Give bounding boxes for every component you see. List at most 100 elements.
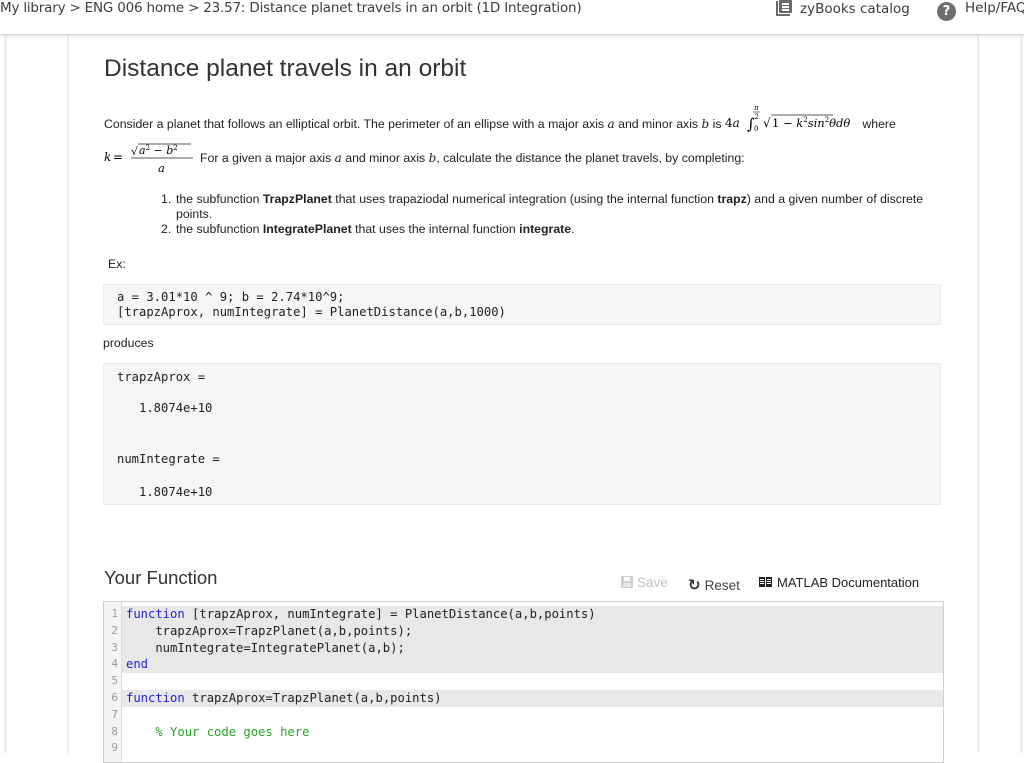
var-b: b xyxy=(701,117,710,131)
var-a: a xyxy=(607,117,615,131)
line-number: 7 xyxy=(111,707,118,721)
breadcrumb-separator: > xyxy=(183,0,204,16)
line-number: 5 xyxy=(111,674,118,688)
task-item: 1. the subfunction TrapzPlanet that uses… xyxy=(161,192,931,222)
intro-text: where xyxy=(862,117,896,131)
top-bar: My library > ENG 006 home > 23.57: Dista… xyxy=(0,0,1024,35)
page-frame-right xyxy=(1020,35,1023,753)
given-text: For a given a major axis xyxy=(200,151,332,165)
documentation-label: MATLAB Documentation xyxy=(777,575,920,590)
code-text: end xyxy=(126,656,148,673)
k-formula-graphic: k = √ a2 − b2 a . xyxy=(104,143,197,175)
breadcrumb: My library > ENG 006 home > 23.57: Dista… xyxy=(0,0,582,18)
given-text: , calculate the distance the planet trav… xyxy=(436,151,745,165)
editor-line[interactable]: 5 xyxy=(104,673,943,690)
task-number: 1. xyxy=(161,192,172,206)
task-text: the subfunction xyxy=(176,222,263,236)
var-a: a xyxy=(334,151,342,165)
task-number: 2. xyxy=(161,222,172,236)
code-body: trapzAprox=TrapzPlanet(a,b,points); xyxy=(126,623,413,638)
output-line: 1.8074e+10 xyxy=(117,485,213,499)
line-number: 8 xyxy=(111,724,118,738)
save-floppy-icon xyxy=(621,576,633,588)
code-line: [trapzAprox, numIntegrate] = PlanetDista… xyxy=(117,305,506,319)
svg-text:4a: 4a xyxy=(725,116,740,130)
output-line: numIntegrate = xyxy=(117,452,220,466)
example-output-block: trapzAprox = 1.8074e+10 numIntegrate = 1… xyxy=(103,363,941,505)
code-keyword: end xyxy=(126,657,149,672)
zybooks-catalog-link[interactable]: zyBooks catalog xyxy=(776,0,910,18)
line-number: 6 xyxy=(111,691,118,704)
editor-line-locked[interactable]: 1 function [trapzAprox, numIntegrate] = P… xyxy=(104,606,943,623)
breadcrumb-separator: > xyxy=(65,0,85,16)
your-function-heading: Your Function xyxy=(104,567,218,588)
output-line: trapzAprox = xyxy=(117,370,206,384)
help-label: Help/FAQ xyxy=(965,0,1024,16)
intro-text: is xyxy=(712,117,722,131)
catalog-book-icon xyxy=(776,0,792,16)
code-text: % Your code goes here xyxy=(126,724,309,741)
task-text: the subfunction xyxy=(176,192,263,206)
line-number: 3 xyxy=(111,640,118,654)
help-question-icon: ? xyxy=(937,2,956,21)
example-code-block: a = 3.01*10 ^ 9; b = 2.74*10^9; [trapzAp… xyxy=(103,284,941,325)
code-comment: % Your code goes here xyxy=(126,724,310,739)
example-label: Ex: xyxy=(108,257,126,271)
breadcrumb-my-library[interactable]: My library xyxy=(0,0,66,16)
line-number: 4 xyxy=(111,657,118,671)
svg-text:k: k xyxy=(104,150,111,164)
task-list: 1. the subfunction TrapzPlanet that uses… xyxy=(161,192,931,237)
task-builtin-name: integrate xyxy=(519,222,572,236)
svg-text:√: √ xyxy=(763,116,771,130)
code-keyword: function xyxy=(126,691,185,705)
page-frame-left xyxy=(4,35,7,753)
editor-line-locked[interactable]: 4 end xyxy=(104,656,943,674)
task-text: that uses trapaziodal numerical integrat… xyxy=(331,192,718,206)
page-title: Distance planet travels in an orbit xyxy=(104,55,467,82)
editor-line[interactable]: 9 xyxy=(104,740,943,757)
reset-button[interactable]: ↻ Reset xyxy=(688,576,740,594)
editor-line-locked[interactable]: 3 numIntegrate=IntegratePlanet(a,b); xyxy=(104,639,943,657)
code-body: numIntegrate=IntegratePlanet(a,b); xyxy=(126,640,405,655)
problem-given: For a given a major axis a and minor axi… xyxy=(200,151,745,165)
code-line: a = 3.01*10 ^ 9; b = 2.74*10^9; xyxy=(117,290,345,304)
produces-label: produces xyxy=(103,336,154,350)
code-text: function [trapzAprox, numIntegrate] = Pl… xyxy=(126,606,596,623)
editor-line-locked[interactable]: 6 function trapzAprox=TrapzPlanet(a,b,poi… xyxy=(104,690,943,707)
save-button[interactable]: Save xyxy=(621,575,668,590)
help-faq-link[interactable]: ? Help/FAQ xyxy=(937,0,1024,21)
save-label: Save xyxy=(637,575,668,590)
svg-text:a2 − b2: a2 − b2 xyxy=(139,144,178,157)
code-keyword: function xyxy=(126,607,185,621)
task-builtin-name: trapz xyxy=(717,192,747,206)
documentation-book-icon xyxy=(759,577,772,587)
catalog-label: zyBooks catalog xyxy=(800,1,910,17)
editor-line[interactable]: 7 xyxy=(104,707,943,724)
editor-line[interactable]: 8 % Your code goes here xyxy=(104,724,943,741)
task-item: 2. the subfunction IntegratePlanet that … xyxy=(161,222,931,237)
svg-text:.: . xyxy=(193,150,194,164)
breadcrumb-course-home[interactable]: ENG 006 home xyxy=(85,0,185,16)
perimeter-formula-graphic: 4a ∫ 0 π 2 √ 1 − k2sin2θ dθ xyxy=(725,104,850,133)
svg-text:2: 2 xyxy=(754,113,758,121)
given-text: and minor axis xyxy=(345,151,426,165)
reset-arrow-icon: ↻ xyxy=(688,576,701,594)
svg-text:=: = xyxy=(113,150,123,164)
svg-text:0: 0 xyxy=(754,125,758,133)
code-body: trapzAprox=TrapzPlanet(a,b,points) xyxy=(184,691,442,705)
output-line: 1.8074e+10 xyxy=(117,401,213,415)
task-function-name: TrapzPlanet xyxy=(262,192,332,206)
task-text: that uses the internal function xyxy=(351,222,520,236)
code-text: function trapzAprox=TrapzPlanet(a,b,poin… xyxy=(126,690,442,707)
task-text: . xyxy=(571,222,575,236)
svg-text:π: π xyxy=(753,104,759,112)
editor-line-locked[interactable]: 2 trapzAprox=TrapzPlanet(a,b,points); xyxy=(104,622,943,640)
code-text: numIntegrate=IntegratePlanet(a,b); xyxy=(126,640,405,657)
problem-intro: Consider a planet that follows an ellipt… xyxy=(104,104,896,133)
intro-text: Consider a planet that follows an ellipt… xyxy=(104,117,605,131)
code-editor[interactable]: 1 function [trapzAprox, numIntegrate] = P… xyxy=(103,601,944,763)
intro-text: and minor axis xyxy=(618,117,699,131)
code-text: trapzAprox=TrapzPlanet(a,b,points); xyxy=(126,623,412,640)
matlab-documentation-link[interactable]: MATLAB Documentation xyxy=(759,575,919,590)
svg-text:a: a xyxy=(158,161,165,175)
